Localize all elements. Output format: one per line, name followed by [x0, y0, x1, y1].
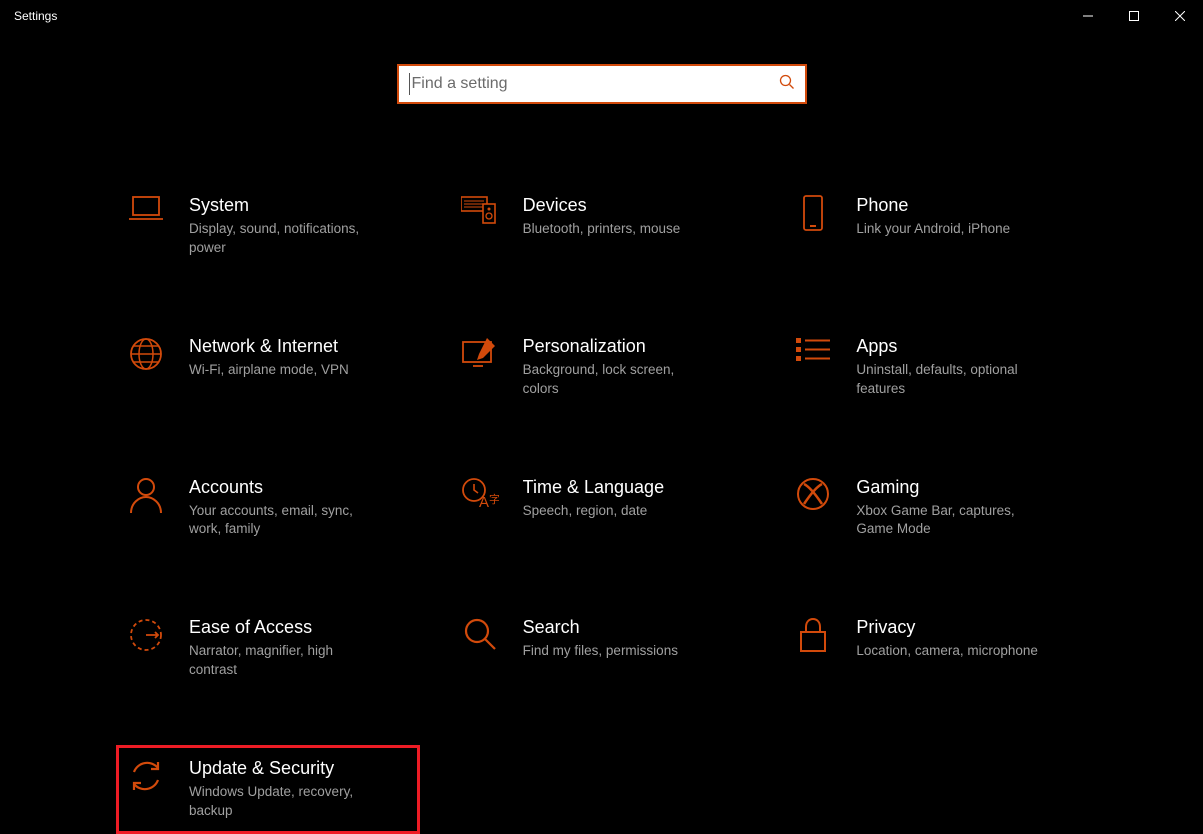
category-desc: Find my files, permissions — [523, 642, 713, 661]
titlebar: Settings — [0, 0, 1203, 32]
close-button[interactable] — [1157, 0, 1203, 32]
svg-text:字: 字 — [489, 492, 499, 506]
category-text: Network & Internet Wi-Fi, airplane mode,… — [189, 336, 409, 380]
search-icon[interactable] — [779, 74, 795, 95]
category-desc: Display, sound, notifications, power — [189, 220, 379, 258]
category-title: Devices — [523, 195, 743, 216]
category-desc: Wi-Fi, airplane mode, VPN — [189, 361, 379, 380]
keyboard-speaker-icon — [461, 195, 499, 225]
category-system[interactable]: System Display, sound, notifications, po… — [116, 182, 420, 271]
category-text: Gaming Xbox Game Bar, captures, Game Mod… — [856, 477, 1076, 540]
window-title: Settings — [14, 9, 57, 23]
category-gaming[interactable]: Gaming Xbox Game Bar, captures, Game Mod… — [783, 464, 1087, 553]
category-desc: Uninstall, defaults, optional features — [856, 361, 1046, 399]
category-text: Devices Bluetooth, printers, mouse — [523, 195, 743, 239]
svg-text:A: A — [479, 494, 489, 511]
category-title: Time & Language — [523, 477, 743, 498]
window-controls — [1065, 0, 1203, 32]
maximize-button[interactable] — [1111, 0, 1157, 32]
category-title: Privacy — [856, 617, 1076, 638]
category-phone[interactable]: Phone Link your Android, iPhone — [783, 182, 1087, 271]
lock-icon — [794, 617, 832, 653]
category-text: Time & Language Speech, region, date — [523, 477, 743, 521]
person-icon — [127, 477, 165, 513]
category-devices[interactable]: Devices Bluetooth, printers, mouse — [450, 182, 754, 271]
category-desc: Narrator, magnifier, high contrast — [189, 642, 379, 680]
laptop-icon — [127, 195, 165, 225]
category-title: Network & Internet — [189, 336, 409, 357]
category-desc: Windows Update, recovery, backup — [189, 783, 379, 821]
category-network[interactable]: Network & Internet Wi-Fi, airplane mode,… — [116, 323, 420, 412]
category-title: System — [189, 195, 409, 216]
settings-grid: System Display, sound, notifications, po… — [0, 182, 1203, 834]
category-title: Update & Security — [189, 758, 409, 779]
category-title: Ease of Access — [189, 617, 409, 638]
category-text: Ease of Access Narrator, magnifier, high… — [189, 617, 409, 680]
magnifier-icon — [461, 617, 499, 651]
category-text: Update & Security Windows Update, recove… — [189, 758, 409, 821]
category-desc: Location, camera, microphone — [856, 642, 1046, 661]
category-text: Personalization Background, lock screen,… — [523, 336, 743, 399]
category-search[interactable]: Search Find my files, permissions — [450, 604, 754, 693]
phone-icon — [794, 195, 832, 231]
category-desc: Background, lock screen, colors — [523, 361, 713, 399]
list-icon — [794, 336, 832, 364]
category-ease-of-access[interactable]: Ease of Access Narrator, magnifier, high… — [116, 604, 420, 693]
category-title: Apps — [856, 336, 1076, 357]
category-title: Gaming — [856, 477, 1076, 498]
category-text: System Display, sound, notifications, po… — [189, 195, 409, 258]
minimize-button[interactable] — [1065, 0, 1111, 32]
category-desc: Your accounts, email, sync, work, family — [189, 502, 379, 540]
category-desc: Bluetooth, printers, mouse — [523, 220, 713, 239]
clock-language-icon: A字 — [461, 477, 499, 511]
category-personalization[interactable]: Personalization Background, lock screen,… — [450, 323, 754, 412]
category-desc: Xbox Game Bar, captures, Game Mode — [856, 502, 1046, 540]
search-input[interactable] — [412, 75, 779, 93]
category-title: Personalization — [523, 336, 743, 357]
search-wrap — [0, 64, 1203, 104]
category-privacy[interactable]: Privacy Location, camera, microphone — [783, 604, 1087, 693]
category-desc: Link your Android, iPhone — [856, 220, 1046, 239]
text-cursor — [409, 73, 410, 95]
category-text: Phone Link your Android, iPhone — [856, 195, 1076, 239]
xbox-icon — [794, 477, 832, 511]
category-time-language[interactable]: A字 Time & Language Speech, region, date — [450, 464, 754, 553]
paintbrush-monitor-icon — [461, 336, 499, 368]
category-text: Privacy Location, camera, microphone — [856, 617, 1076, 661]
titlebar-left: Settings — [14, 9, 57, 23]
category-text: Accounts Your accounts, email, sync, wor… — [189, 477, 409, 540]
category-apps[interactable]: Apps Uninstall, defaults, optional featu… — [783, 323, 1087, 412]
sync-icon — [127, 758, 165, 794]
category-update-security[interactable]: Update & Security Windows Update, recove… — [116, 745, 420, 834]
category-title: Phone — [856, 195, 1076, 216]
category-text: Search Find my files, permissions — [523, 617, 743, 661]
category-accounts[interactable]: Accounts Your accounts, email, sync, wor… — [116, 464, 420, 553]
category-title: Search — [523, 617, 743, 638]
category-desc: Speech, region, date — [523, 502, 713, 521]
category-title: Accounts — [189, 477, 409, 498]
category-text: Apps Uninstall, defaults, optional featu… — [856, 336, 1076, 399]
search-box[interactable] — [397, 64, 807, 104]
globe-icon — [127, 336, 165, 372]
ease-of-access-icon — [127, 617, 165, 653]
